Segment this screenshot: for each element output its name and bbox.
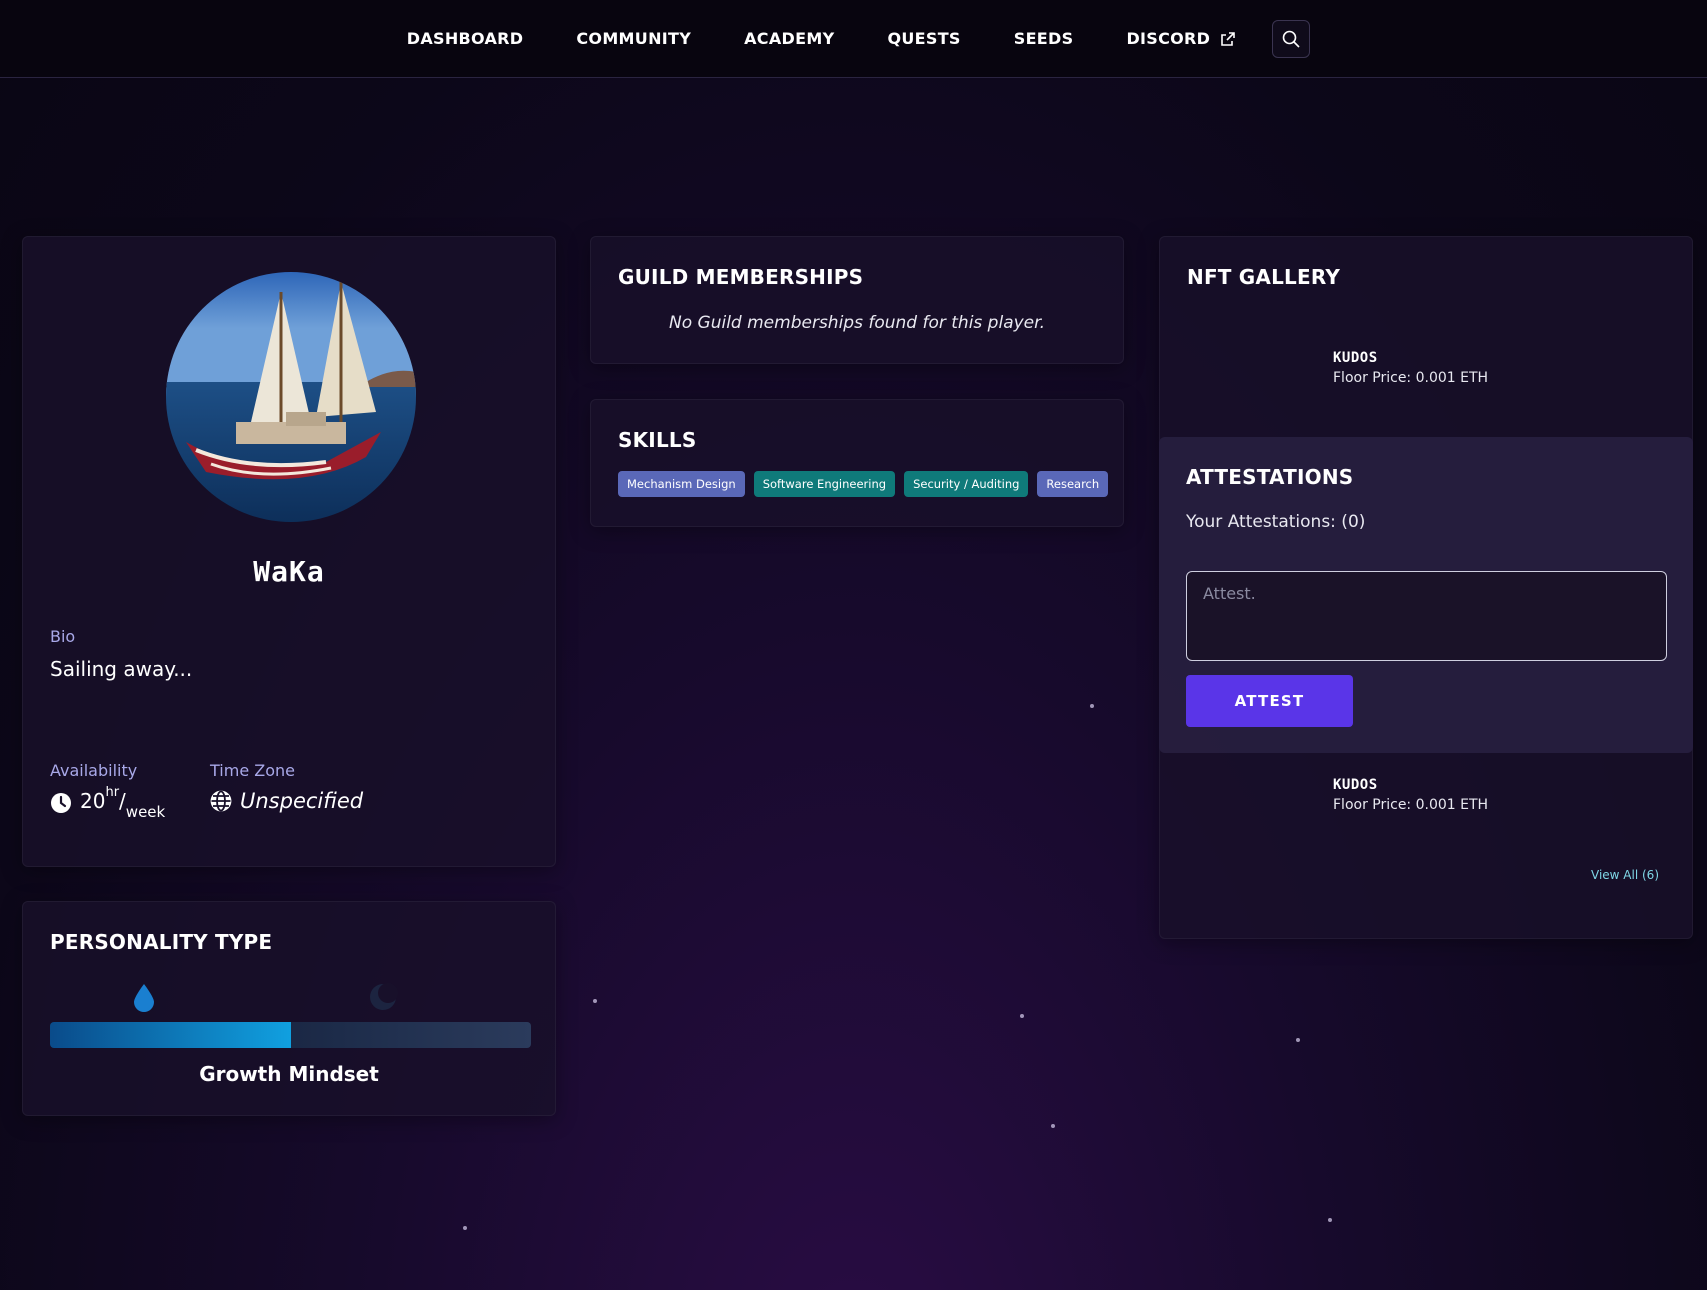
- guild-memberships-title: GUILD MEMBERSHIPS: [618, 265, 864, 289]
- attest-button[interactable]: ATTEST: [1186, 675, 1353, 727]
- nft-floor-price: Floor Price: 0.001 ETH: [1333, 370, 1489, 386]
- availability-label: Availability: [50, 761, 138, 780]
- background-star: [593, 999, 597, 1003]
- skills-title: SKILLS: [618, 428, 697, 452]
- background-star: [1051, 1124, 1055, 1128]
- nft-name: KUDOS: [1333, 777, 1378, 793]
- timezone-value: Unspecified: [210, 789, 363, 813]
- nav-dashboard[interactable]: DASHBOARD: [407, 29, 524, 48]
- attestations-count: Your Attestations: (0): [1186, 512, 1366, 532]
- nft-item[interactable]: KUDOS Floor Price: 0.001 ETH: [1333, 350, 1488, 386]
- moon-icon: [370, 983, 398, 1010]
- nav-quests[interactable]: QUESTS: [887, 29, 960, 48]
- nav-community[interactable]: COMMUNITY: [576, 29, 691, 48]
- attestations-panel: ATTESTATIONS Your Attestations: (0) ATTE…: [1159, 437, 1693, 753]
- nft-item[interactable]: KUDOS Floor Price: 0.001 ETH: [1333, 777, 1488, 813]
- background-star: [1328, 1218, 1332, 1222]
- skill-tag: Mechanism Design: [618, 471, 745, 497]
- nft-gallery-title: NFT GALLERY: [1187, 265, 1341, 289]
- globe-icon: [210, 790, 232, 812]
- availability-unit-top: hr: [105, 785, 120, 801]
- external-link-icon: [1221, 31, 1236, 46]
- skill-tags: Mechanism Design Software Engineering Se…: [618, 471, 1109, 497]
- background-star: [463, 1226, 467, 1230]
- nav-seeds[interactable]: SEEDS: [1014, 29, 1074, 48]
- clock-icon: [51, 793, 71, 813]
- availability-unit-bottom: week: [125, 803, 166, 821]
- profile-panel: WaKa Bio Sailing away... Availability 20…: [22, 236, 556, 867]
- nav-quests-label: QUESTS: [887, 29, 961, 48]
- nav-academy-label: ACADEMY: [744, 29, 835, 48]
- attest-input[interactable]: [1186, 571, 1667, 661]
- view-all-link[interactable]: View All (6): [1591, 868, 1659, 882]
- skill-tag: Research: [1037, 471, 1109, 497]
- availability-hours: 20hr/week: [80, 785, 166, 821]
- bio-text: Sailing away...: [50, 657, 193, 681]
- background-star: [1090, 704, 1094, 708]
- personality-type: Growth Mindset: [199, 1062, 379, 1086]
- nft-name: KUDOS: [1333, 350, 1378, 366]
- skill-tag: Software Engineering: [753, 471, 896, 497]
- player-name: WaKa: [253, 555, 325, 588]
- water-drop-icon: [134, 984, 154, 1012]
- personality-bar-fill: [50, 1022, 291, 1048]
- guild-empty-message: No Guild memberships found for this play…: [669, 313, 1045, 333]
- availability-hours-number: 20: [80, 789, 106, 813]
- nav-academy[interactable]: ACADEMY: [744, 29, 834, 48]
- background-star: [1296, 1038, 1300, 1042]
- nav-dashboard-label: DASHBOARD: [406, 29, 524, 48]
- search-button[interactable]: [1272, 19, 1311, 58]
- background-star: [1020, 1014, 1024, 1018]
- nav-community-label: COMMUNITY: [576, 29, 692, 48]
- guild-memberships-panel: GUILD MEMBERSHIPS No Guild memberships f…: [590, 236, 1124, 364]
- skills-panel: SKILLS Mechanism Design Software Enginee…: [590, 399, 1124, 527]
- skill-tag: Security / Auditing: [904, 471, 1029, 497]
- bio-label: Bio: [50, 627, 76, 646]
- sailboat-image: [166, 272, 416, 522]
- nft-floor-price: Floor Price: 0.001 ETH: [1333, 797, 1489, 813]
- personality-bar: [50, 1022, 531, 1048]
- nav-seeds-label: SEEDS: [1013, 29, 1074, 48]
- nav-discord-label: DISCORD: [1126, 29, 1211, 48]
- timezone-text: Unspecified: [240, 789, 364, 813]
- avatar: [166, 272, 416, 522]
- top-navigation: DASHBOARD COMMUNITY ACADEMY QUESTS SEEDS…: [0, 0, 1707, 78]
- search-icon: [1282, 30, 1300, 48]
- availability-value: 20hr/week: [50, 785, 166, 821]
- nav-discord[interactable]: DISCORD: [1126, 29, 1236, 48]
- timezone-label: Time Zone: [210, 761, 295, 780]
- personality-panel: PERSONALITY TYPE Growth Mindset: [22, 901, 556, 1116]
- attestations-title: ATTESTATIONS: [1186, 465, 1354, 489]
- personality-title: PERSONALITY TYPE: [50, 930, 273, 954]
